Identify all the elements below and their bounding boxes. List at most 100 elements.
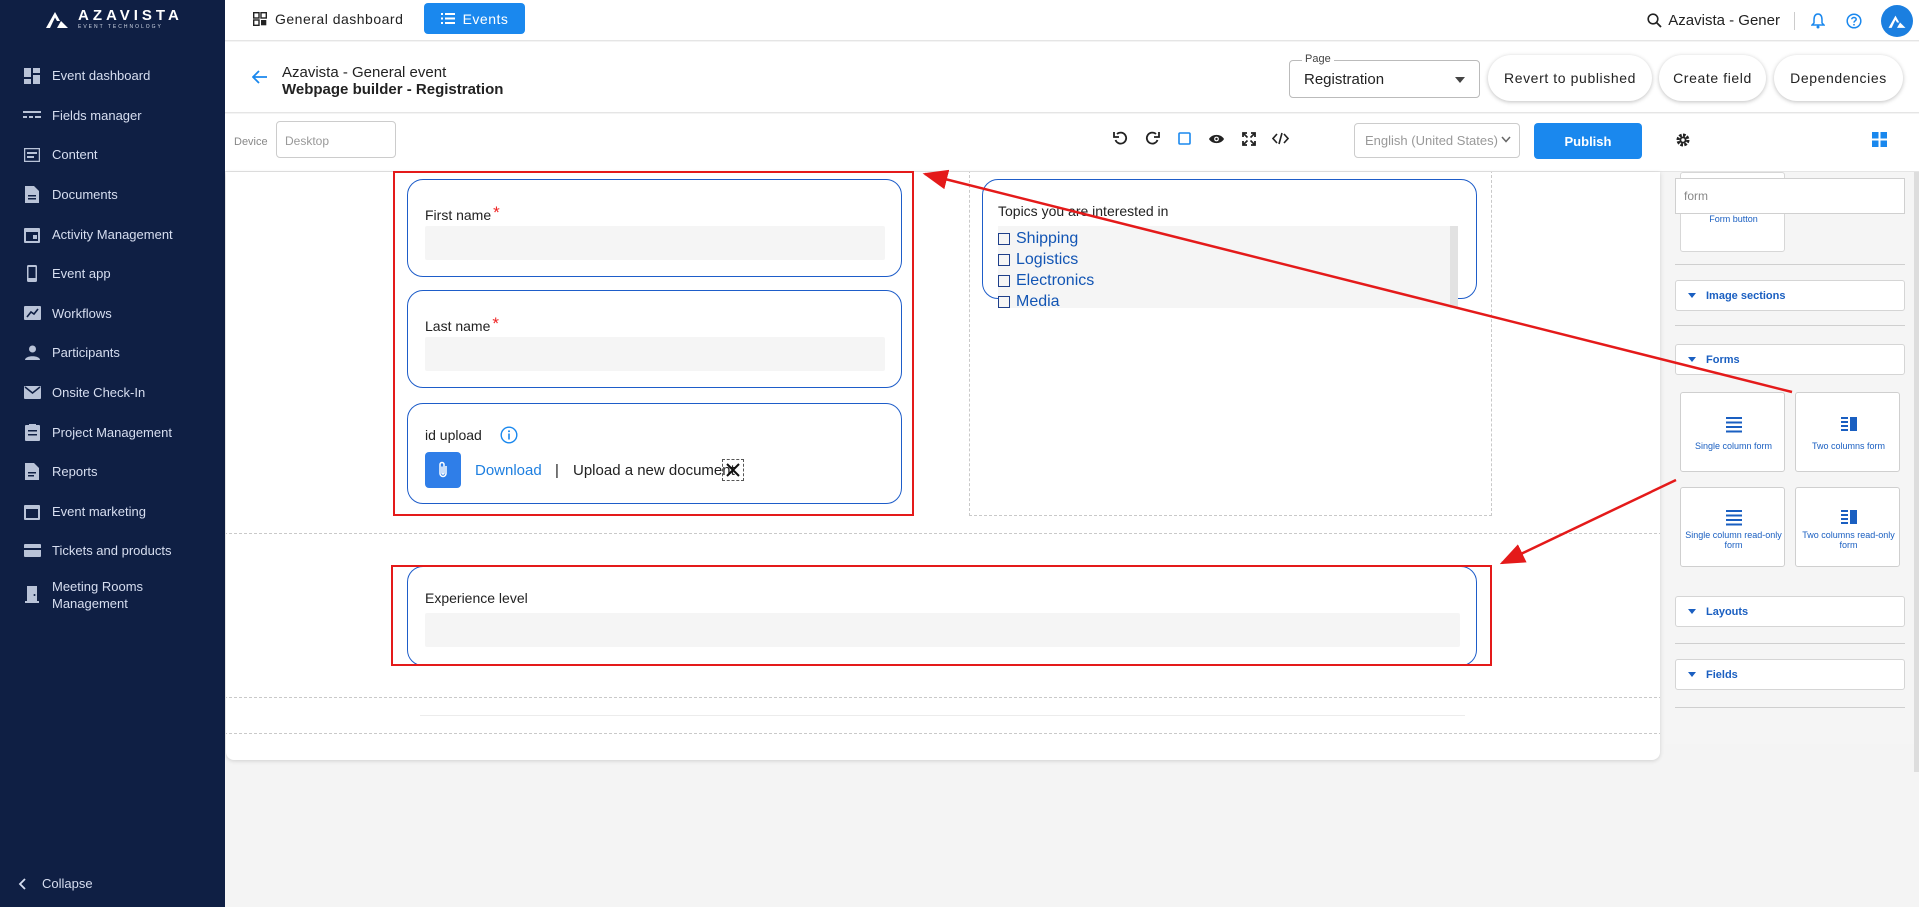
sidebar-item-label: Onsite Check-In — [52, 385, 146, 401]
two-columns-form-block[interactable]: Two columns form — [1795, 392, 1900, 472]
experience-level-label: Experience level — [425, 590, 528, 606]
person-icon — [23, 344, 41, 362]
sidebar-item-fields-manager[interactable]: Fields manager — [0, 96, 225, 136]
section-image-sections[interactable]: Image sections — [1675, 280, 1905, 311]
publish-button[interactable]: Publish — [1534, 123, 1642, 159]
sidebar-item-activity-management[interactable]: Activity Management — [0, 214, 225, 254]
tab-general-dashboard[interactable]: General dashboard — [245, 5, 411, 33]
sidebar-item-meeting-rooms[interactable]: Meeting Rooms Management — [0, 571, 225, 619]
content-icon — [23, 146, 41, 164]
sidebar-item-project-management[interactable]: Project Management — [0, 412, 225, 452]
event-search[interactable]: Azavista - Gener — [1647, 12, 1780, 29]
redo-button[interactable] — [1143, 129, 1162, 148]
sidebar-item-content[interactable]: Content — [0, 135, 225, 175]
code-view-button[interactable] — [1271, 129, 1290, 148]
panel-scrollbar[interactable] — [1914, 172, 1919, 772]
single-column-icon — [1681, 417, 1786, 433]
experience-level-input[interactable] — [425, 613, 1460, 647]
topic-option-logistics[interactable]: Logistics — [998, 249, 1094, 270]
sidebar-item-documents[interactable]: Documents — [0, 175, 225, 215]
topic-option-electronics[interactable]: Electronics — [998, 270, 1094, 291]
door-icon — [23, 586, 41, 604]
azavista-logo-icon — [46, 12, 68, 28]
gear-icon[interactable] — [1675, 132, 1691, 148]
sidebar-item-onsite-check-in[interactable]: Onsite Check-In — [0, 373, 225, 413]
listbox-scrollbar[interactable] — [1450, 226, 1458, 308]
language-select[interactable]: English (United States) — [1354, 123, 1520, 158]
first-name-input[interactable] — [425, 226, 885, 260]
preview-button[interactable] — [1207, 129, 1226, 148]
block-search-input[interactable]: form — [1675, 178, 1905, 214]
first-name-field[interactable]: First name * — [407, 179, 902, 277]
tab-events[interactable]: Events — [424, 3, 525, 34]
notifications-button[interactable] — [1809, 12, 1827, 30]
azavista-logo[interactable]: AZAVISTA EVENT TECHNOLOGY — [44, 6, 184, 32]
redo-icon — [1145, 131, 1160, 145]
back-arrow-icon[interactable] — [252, 70, 268, 84]
topic-option-media[interactable]: Media — [998, 291, 1094, 312]
sidebar-item-event-dashboard[interactable]: Event dashboard — [0, 56, 225, 96]
sidebar-item-reports[interactable]: Reports — [0, 452, 225, 492]
sidebar-item-label: Activity Management — [52, 226, 173, 242]
experience-level-field[interactable]: Experience level — [407, 566, 1477, 666]
page-select[interactable]: Page Registration — [1289, 53, 1480, 98]
remove-file-button[interactable] — [722, 459, 744, 481]
section-forms[interactable]: Forms — [1675, 344, 1905, 375]
code-icon — [1272, 132, 1289, 145]
outline-toggle-button[interactable] — [1175, 129, 1194, 148]
topics-listbox[interactable]: Shipping Logistics Electronics Media — [998, 226, 1458, 310]
dependencies-button[interactable]: Dependencies — [1774, 55, 1903, 101]
builder-canvas[interactable]: First name * Last name * id upload Downloa… — [226, 172, 1660, 760]
single-column-form-block[interactable]: Single column form — [1680, 392, 1785, 472]
fullscreen-button[interactable] — [1239, 129, 1258, 148]
device-label: Device — [234, 136, 268, 148]
upload-new-document-link[interactable]: Upload a new document — [573, 462, 735, 479]
checkbox[interactable] — [998, 253, 1010, 266]
field-label: Last name * — [425, 314, 499, 334]
sidebar-item-label: Event dashboard — [52, 68, 151, 84]
download-link[interactable]: Download — [475, 462, 542, 479]
blocks-grid-icon[interactable] — [1872, 132, 1887, 147]
checkbox[interactable] — [998, 232, 1010, 245]
undo-button[interactable] — [1111, 129, 1130, 148]
section-label: Layouts — [1706, 605, 1749, 618]
caret-down-icon — [1688, 609, 1696, 614]
topic-label: Media — [1016, 292, 1060, 310]
topic-label: Logistics — [1016, 250, 1079, 268]
last-name-field[interactable]: Last name * — [407, 290, 902, 388]
help-button[interactable] — [1845, 12, 1863, 30]
section-label: Forms — [1706, 353, 1740, 366]
single-column-read-only-form-block[interactable]: Single column read-only form — [1680, 487, 1785, 567]
topic-option-shipping[interactable]: Shipping — [998, 228, 1094, 249]
sidebar-item-event-marketing[interactable]: Event marketing — [0, 492, 225, 532]
section-fields[interactable]: Fields — [1675, 659, 1905, 690]
sidebar-item-label: Fields manager — [52, 107, 142, 123]
project-icon — [23, 423, 41, 441]
info-icon[interactable] — [500, 426, 518, 444]
phone-icon — [23, 265, 41, 283]
divider — [420, 715, 1465, 716]
caret-down-icon — [1688, 357, 1696, 362]
checkbox[interactable] — [998, 295, 1010, 308]
language-value: English (United States) — [1365, 133, 1498, 148]
topics-list: Shipping Logistics Electronics Media — [998, 226, 1094, 312]
revert-to-published-button[interactable]: Revert to published — [1488, 55, 1652, 101]
event-name: Azavista - General event — [282, 64, 447, 81]
section-layouts[interactable]: Layouts — [1675, 596, 1905, 627]
device-select[interactable]: Desktop — [276, 121, 396, 158]
id-upload-field[interactable]: id upload Download | Upload a new docume… — [407, 403, 902, 504]
collapse-button[interactable]: Collapse — [18, 876, 93, 891]
attach-button[interactable] — [425, 452, 461, 488]
sidebar-item-tickets-and-products[interactable]: Tickets and products — [0, 531, 225, 571]
create-field-button[interactable]: Create field — [1659, 55, 1766, 101]
logo-name: AZAVISTA — [78, 7, 183, 24]
checkbox[interactable] — [998, 274, 1010, 287]
topics-field[interactable]: Topics you are interested in Shipping Lo… — [982, 179, 1477, 310]
sidebar-item-event-app[interactable]: Event app — [0, 254, 225, 294]
block-label: Two columns read-only form — [1802, 530, 1895, 550]
two-columns-read-only-form-block[interactable]: Two columns read-only form — [1795, 487, 1900, 567]
sidebar-item-participants[interactable]: Participants — [0, 333, 225, 373]
sidebar-item-workflows[interactable]: Workflows — [0, 294, 225, 334]
last-name-input[interactable] — [425, 337, 885, 371]
avatar[interactable] — [1881, 4, 1913, 37]
